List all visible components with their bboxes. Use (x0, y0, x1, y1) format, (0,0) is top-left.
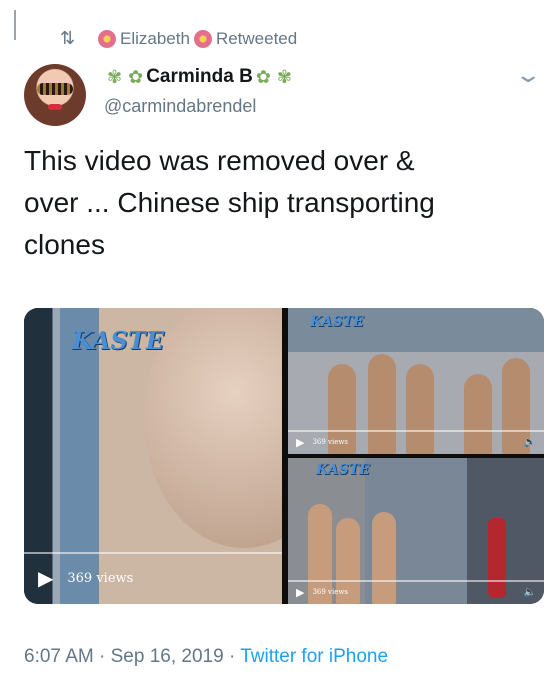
sparkle-icon: ✾ (276, 66, 293, 87)
tweet-line: clones (24, 229, 105, 260)
view-count: 369 views (67, 570, 134, 586)
play-icon[interactable]: ▶ (38, 566, 53, 591)
video-left[interactable]: KASTE ▶ 369 views (24, 308, 282, 604)
play-icon[interactable]: ▶ (296, 586, 304, 599)
retweeted-label: Retweeted (215, 28, 298, 48)
view-count: 369 views (312, 588, 348, 596)
retweet-row: ⇅ Elizabeth Retweeted (60, 28, 297, 49)
video-bottom-right[interactable]: KASTE ▶ 369 views 🔈 (288, 458, 544, 604)
progress-track[interactable] (288, 430, 544, 432)
left-rule (14, 10, 16, 40)
tweet-line: This video was removed over & (24, 145, 415, 176)
channel-logo: KASTE (316, 462, 370, 478)
separator: · (228, 646, 236, 667)
avatar-mask (37, 83, 73, 95)
tweet-date: Sep 16, 2019 (110, 646, 224, 667)
view-count: 369 views (312, 438, 348, 446)
author-name-row[interactable]: ✾ ✿ Carminda B ✿ ✾ (104, 66, 295, 88)
author-name[interactable]: Carminda B (146, 66, 253, 88)
separator: · (99, 646, 106, 667)
retweet-icon: ⇅ (60, 28, 76, 48)
volume-icon[interactable]: 🔈 (524, 587, 536, 598)
tweet-text: This video was removed over & over ... C… (24, 140, 534, 266)
avatar-lips (48, 104, 62, 110)
dragonfly-icon: ✿ (128, 66, 144, 87)
channel-logo: KASTE (72, 326, 164, 355)
sparkle-icon: ✾ (107, 66, 123, 87)
tweet-source[interactable]: Twitter for iPhone (240, 646, 388, 667)
video-frame (144, 308, 282, 548)
author-handle[interactable]: @carmindabrendel (104, 96, 256, 117)
progress-track[interactable] (24, 552, 282, 554)
avatar[interactable] (24, 64, 86, 126)
play-icon[interactable]: ▶ (296, 436, 304, 449)
retweeter-name[interactable]: Elizabeth (120, 29, 190, 49)
media-grid[interactable]: KASTE ▶ 369 views KASTE ▶ 369 views 🔈 KA… (24, 308, 544, 604)
flower-icon (98, 29, 116, 48)
progress-track[interactable] (288, 580, 544, 582)
video-top-right[interactable]: KASTE ▶ 369 views 🔈 (288, 308, 544, 454)
tweet-time: 6:07 AM (24, 646, 94, 667)
chevron-down-icon[interactable]: ⌄ (514, 62, 542, 88)
volume-icon[interactable]: 🔈 (524, 437, 536, 448)
dragonfly-icon: ✿ (255, 66, 271, 87)
flower-icon (193, 29, 212, 48)
channel-logo: KASTE (310, 314, 364, 330)
tweet-line: over ... Chinese ship transporting (24, 187, 435, 218)
tweet-timestamp[interactable]: 6:07 AM · Sep 16, 2019 · Twitter for iPh… (24, 646, 388, 668)
